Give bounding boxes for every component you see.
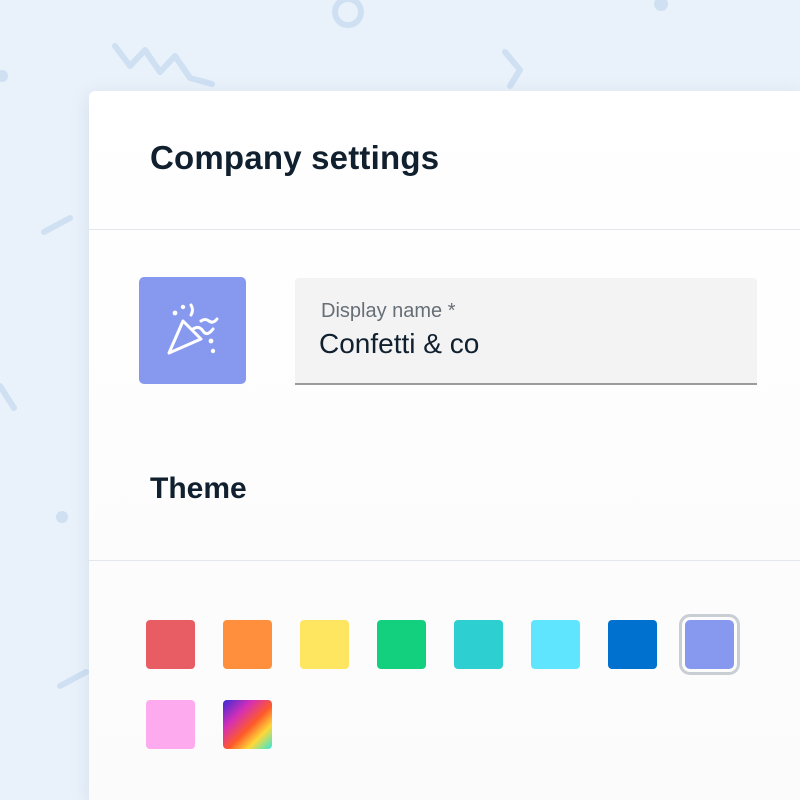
theme-swatch-red[interactable] (146, 620, 195, 669)
theme-swatch-cyan[interactable] (531, 620, 580, 669)
theme-swatch-green[interactable] (377, 620, 426, 669)
display-name-field[interactable]: Display name * (295, 278, 757, 385)
theme-swatch-teal[interactable] (454, 620, 503, 669)
theme-swatch-pink[interactable] (146, 700, 195, 749)
theme-swatch-rainbow[interactable] (223, 700, 272, 749)
confetti-ring-shape (332, 0, 364, 28)
confetti-dash-shape (0, 383, 17, 411)
confetti-dash-shape (41, 215, 73, 235)
confetti-dot-shape (0, 70, 8, 82)
confetti-zigzag-small-shape (502, 49, 523, 89)
confetti-dash-shape (57, 669, 89, 689)
theme-title: Theme (150, 472, 247, 505)
display-name-input[interactable] (319, 328, 739, 360)
display-name-label: Display name * (321, 300, 456, 322)
party-popper-icon (167, 303, 218, 354)
theme-swatch-blue[interactable] (608, 620, 657, 669)
confetti-dot-shape (56, 511, 68, 523)
confetti-dot-shape (654, 0, 668, 11)
theme-swatch-orange[interactable] (223, 620, 272, 669)
company-logo-button[interactable] (139, 277, 246, 384)
page-title: Company settings (150, 139, 440, 176)
header-divider (89, 229, 800, 230)
theme-swatch-periwinkle[interactable] (679, 614, 740, 675)
theme-swatch-yellow[interactable] (300, 620, 349, 669)
confetti-zigzag-shape (112, 43, 215, 87)
theme-divider (89, 560, 800, 561)
company-settings-card: Company settings Display name * Theme (89, 91, 800, 800)
